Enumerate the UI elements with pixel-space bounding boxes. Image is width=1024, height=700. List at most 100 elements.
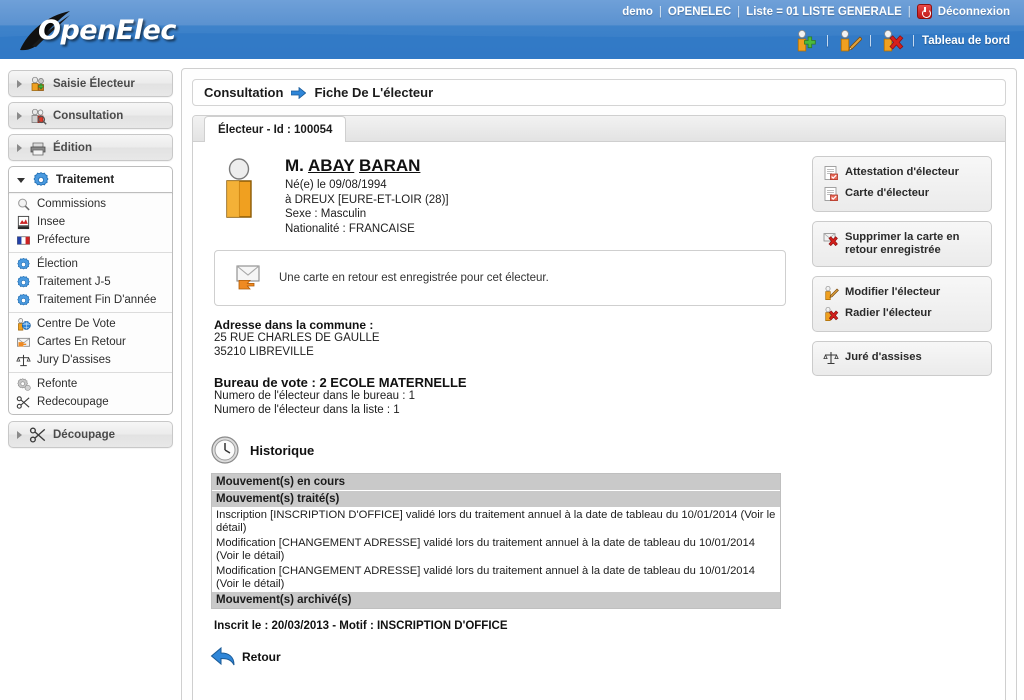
voter-entry-icon [29,75,47,93]
gear-blue-icon [16,257,31,272]
scissors-icon [16,395,31,410]
consultation-icon [29,107,47,125]
history-header: Historique [210,435,1005,465]
scissors-icon [29,426,47,444]
sidebar-item-election[interactable]: Élection [9,255,172,273]
power-icon[interactable] [917,4,932,19]
alert-message: Une carte en retour est enregistrée pour… [279,272,549,284]
person-edit-icon[interactable] [836,28,862,54]
sidebar-label: Découpage [53,429,115,441]
breadcrumb-current: Fiche De L'électeur [314,85,433,100]
gear-blue-icon [16,275,31,290]
history-group-archived: Mouvement(s) archivé(s) [212,592,780,608]
header-app-name: OPENELEC [668,6,731,18]
registration-info: Inscrit le : 20/03/2013 - Motif : INSCRI… [214,620,1005,632]
sidebar-item-decoupage[interactable]: Découpage [8,421,173,448]
submenu-group-3: Centre De Vote Cartes En Retour [9,313,172,373]
returned-mail-icon [235,264,265,292]
sidebar-label: Saisie Électeur [53,78,135,90]
app-header: OpenElec demo | OPENELEC | Liste = 01 LI… [0,0,1024,59]
voter-name[interactable]: M. ABAY BARAN [285,156,449,176]
sidebar-item-cartes-en-retour[interactable]: Cartes En Retour [9,333,172,351]
sidebar-item-traitement-fin-annee[interactable]: Traitement Fin D'année [9,291,172,309]
voter-first-name: BARAN [359,156,420,175]
document-pdf-icon [823,165,839,181]
action-label: Modifier l'électeur [845,286,940,299]
magnifier-icon [16,197,31,212]
sidebar-item-traitement[interactable]: Traitement [8,166,173,193]
sidebar-label: Élection [37,258,78,270]
sidebar-label: Traitement J-5 [37,276,111,288]
sidebar-item-commissions[interactable]: Commissions [9,195,172,213]
clock-icon [210,435,240,465]
sidebar-item-redecoupage[interactable]: Redecoupage [9,393,172,411]
sidebar-label: Édition [53,142,92,154]
header-account-bar: demo | OPENELEC | Liste = 01 LISTE GENER… [622,4,1010,19]
action-radier-electeur[interactable]: Radier l'électeur [813,304,991,325]
chevron-down-icon [17,178,25,183]
logout-link[interactable]: Déconnexion [938,6,1010,18]
table-row[interactable]: Modification [CHANGEMENT ADRESSE] validé… [212,536,780,564]
app-logo[interactable]: OpenElec [10,4,340,56]
sidebar-item-insee[interactable]: Insee [9,213,172,231]
back-button[interactable]: Retour [210,645,1005,669]
sidebar-item-centre-de-vote[interactable]: Centre De Vote [9,315,172,333]
action-attestation-electeur[interactable]: Attestation d'électeur [813,163,991,184]
sidebar-item-prefecture[interactable]: Préfecture [9,231,172,249]
action-supprimer-carte-retour[interactable]: Supprimer la carte en retour enregistrée [813,228,991,260]
header-username: demo [622,6,653,18]
chevron-right-icon [17,80,22,88]
sidebar-label: Jury D'assises [37,354,111,366]
voter-birth-date: Né(e) le 09/08/1994 [285,178,449,193]
back-arrow-icon [210,645,236,669]
voter-nationality: Nationalité : FRANCAISE [285,222,449,237]
voter-last-name: ABAY [308,156,354,175]
header-current-list: Liste = 01 LISTE GENERALE [746,6,902,18]
action-carte-electeur[interactable]: Carte d'électeur [813,184,991,205]
history-group-processed: Mouvement(s) traité(s) [212,491,780,508]
breadcrumb-parent[interactable]: Consultation [204,85,283,100]
action-group-documents: Attestation d'électeur Carte d'électeur [812,156,992,212]
separator-3: | [908,6,911,18]
sidebar-item-consultation[interactable]: Consultation [8,102,173,129]
submenu-group-2: Élection Traitement J-5 Traitement Fin D… [9,253,172,313]
table-row[interactable]: Inscription [INSCRIPTION D'OFFICE] valid… [212,508,780,536]
sidebar-item-traitement-j5[interactable]: Traitement J-5 [9,273,172,291]
sidebar-label: Redecoupage [37,396,109,408]
sidebar-label: Traitement [56,174,114,186]
person-add-icon[interactable] [793,28,819,54]
french-flag-icon [16,233,31,248]
scales-icon [16,353,31,368]
chevron-right-icon [17,431,22,439]
returned-card-icon [16,335,31,350]
sidebar-item-saisie-electeur[interactable]: Saisie Électeur [8,70,173,97]
action-group-jury: Juré d'assises [812,341,992,376]
sidebar-submenu-traitement: Commissions Insee Préf [8,193,173,415]
sidebar-item-jury-assises[interactable]: Jury D'assises [9,351,172,369]
sidebar-label: Centre De Vote [37,318,116,330]
content-panel: Consultation Fiche De L'électeur Électeu… [181,68,1017,700]
breadcrumb: Consultation Fiche De L'électeur [192,79,1006,106]
table-row[interactable]: Modification [CHANGEMENT ADRESSE] validé… [212,564,780,592]
tab-electeur[interactable]: Électeur - Id : 100054 [204,116,346,142]
back-button-label: Retour [242,650,281,664]
action-label: Attestation d'électeur [845,166,959,179]
header-quick-actions: | | | Tableau de bord [793,28,1010,54]
app-logo-text: OpenElec [38,15,176,46]
submenu-group-4: Refonte Redecoupage [9,373,172,414]
chevron-right-icon [17,144,22,152]
sidebar-item-edition[interactable]: Édition [8,134,173,161]
action-jure-assises[interactable]: Juré d'assises [813,348,991,369]
person-delete-icon[interactable] [879,28,905,54]
sidebar-label: Préfecture [37,234,90,246]
sidebar-label: Insee [37,216,65,228]
action-modifier-electeur[interactable]: Modifier l'électeur [813,283,991,304]
sidebar: Saisie Électeur Consultation Édition [8,70,173,453]
sidebar-label: Refonte [37,378,77,390]
separator-1: | [659,6,662,18]
sidebar-item-refonte[interactable]: Refonte [9,375,172,393]
submenu-group-1: Commissions Insee Préf [9,193,172,253]
gears-grey-icon [16,377,31,392]
dashboard-link[interactable]: Tableau de bord [922,35,1010,47]
voter-details: M. ABAY BARAN Né(e) le 09/08/1994 à DREU… [277,156,449,236]
